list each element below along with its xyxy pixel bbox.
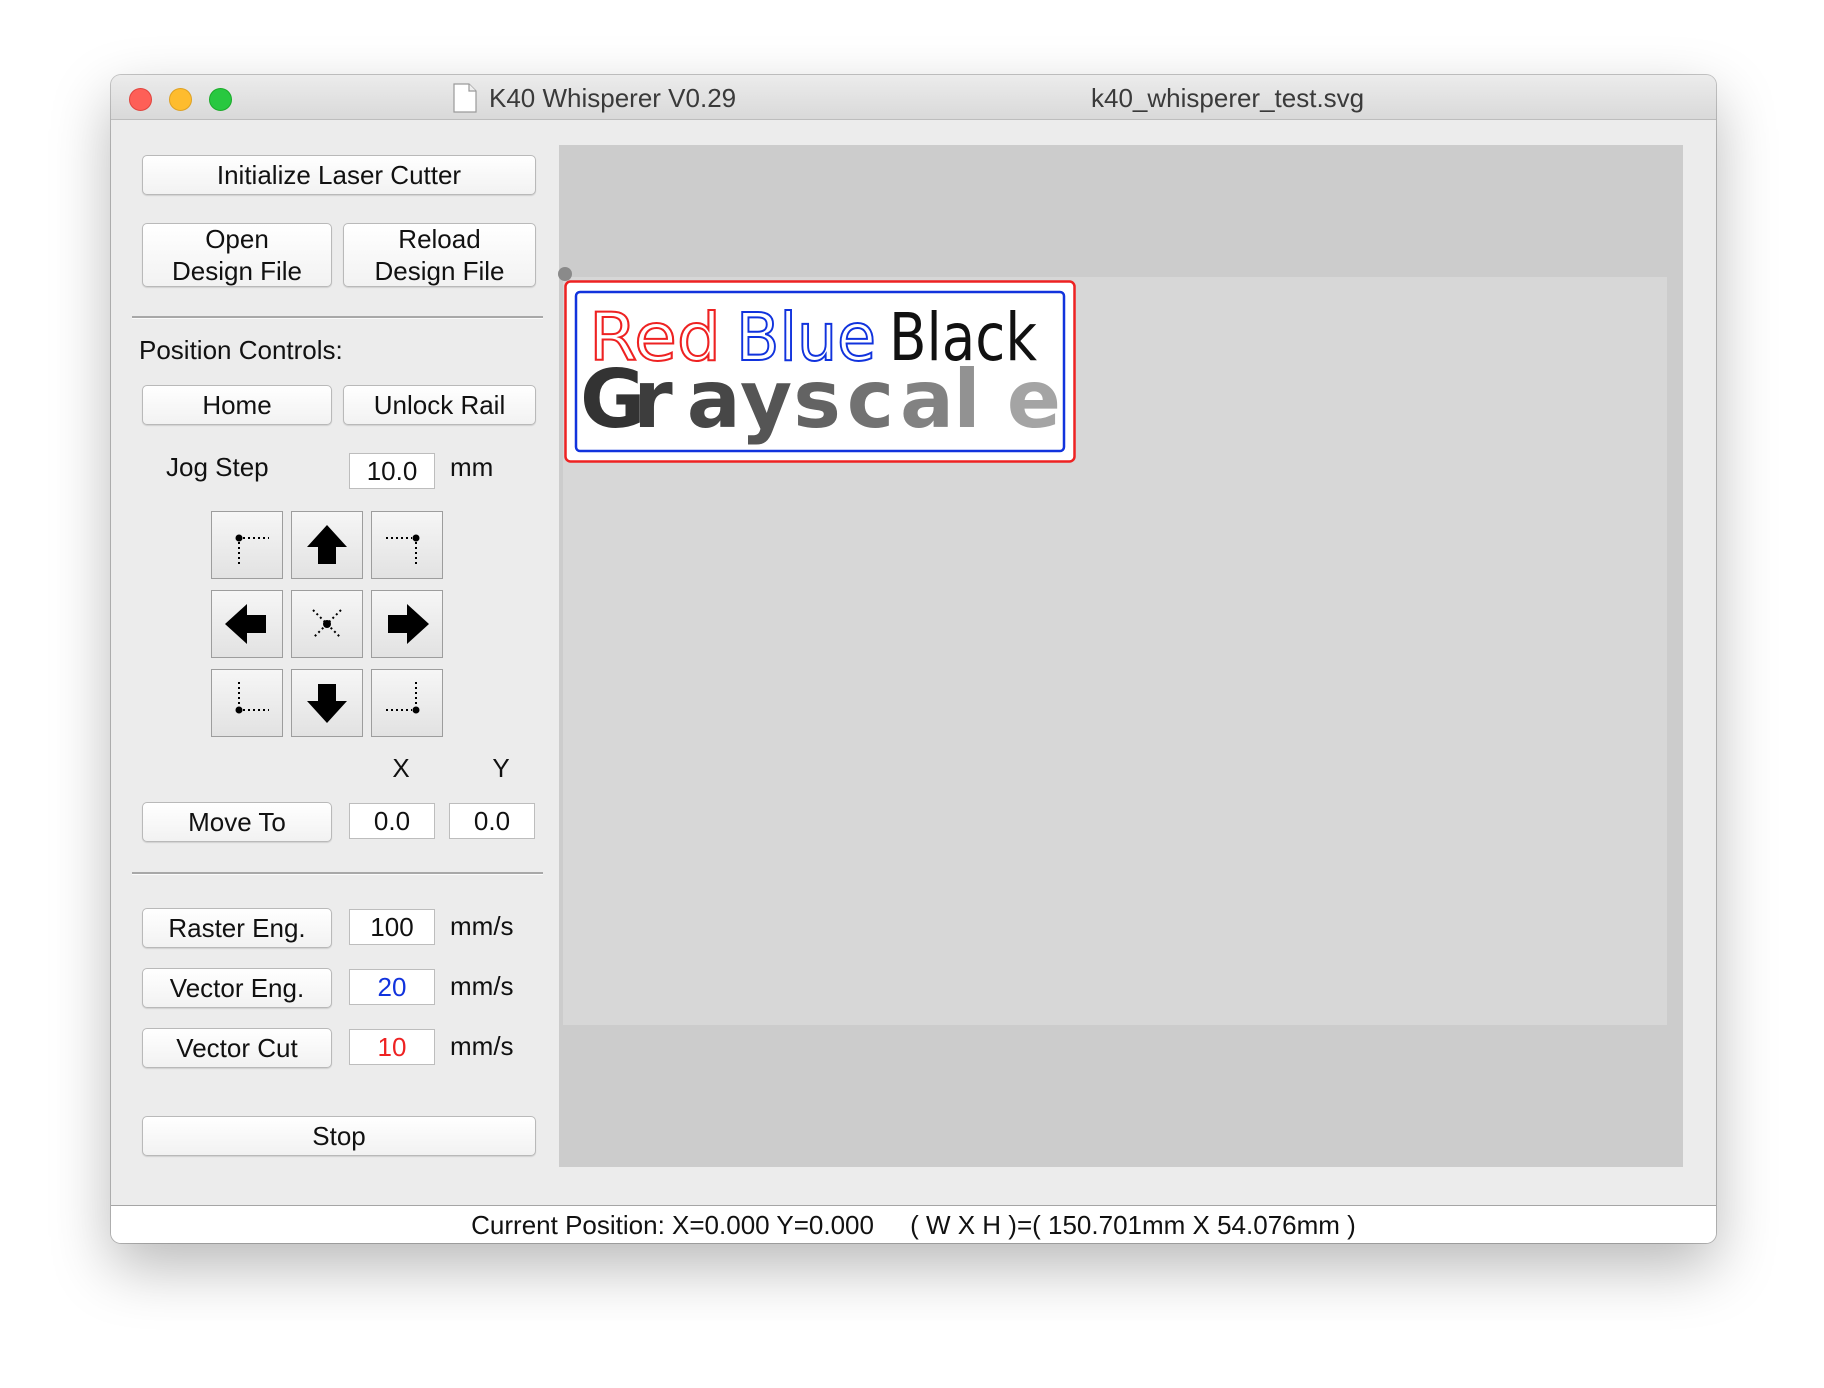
move-bottom-right-icon [386, 682, 420, 714]
y-column-header: Y [492, 753, 510, 783]
close-window-button[interactable] [129, 88, 152, 111]
vector-engrave-button[interactable]: Vector Eng. [142, 968, 332, 1008]
jog-up-button[interactable] [291, 511, 363, 579]
open-button-label-1: Open [205, 224, 269, 254]
stop-button[interactable]: Stop [142, 1116, 536, 1156]
raster-engrave-button[interactable]: Raster Eng. [142, 908, 332, 948]
grayscale-letter: a [687, 353, 741, 446]
jog-top-left-button[interactable] [211, 511, 283, 579]
app-window: K40 Whisperer V0.29 k40_whisperer_test.s… [111, 75, 1716, 1243]
open-design-file-button[interactable]: Open Design File [142, 223, 332, 287]
move-bottom-left-icon [235, 682, 269, 714]
jog-bottom-left-button[interactable] [211, 669, 283, 737]
jog-top-right-button[interactable] [371, 511, 443, 579]
jog-center-button[interactable] [291, 590, 363, 658]
vector-engrave-speed-unit: mm/s [450, 971, 514, 1001]
initialize-laser-button[interactable]: Initialize Laser Cutter [142, 155, 536, 195]
arrow-down-icon [307, 684, 347, 723]
window-title: K40 Whisperer V0.29 [489, 83, 737, 113]
grayscale-letter: y [740, 353, 792, 446]
vector-cut-button[interactable]: Vector Cut [142, 1028, 332, 1068]
position-controls-heading: Position Controls: [139, 335, 343, 365]
arrow-up-icon [307, 525, 347, 564]
vector-cut-speed-input[interactable] [349, 1029, 435, 1065]
status-bar: Current Position: X=0.000 Y=0.000 ( W X … [111, 1205, 1716, 1243]
open-file-name: k40_whisperer_test.svg [1091, 83, 1365, 113]
grayscale-letter: l [953, 353, 980, 446]
move-x-input[interactable] [349, 803, 435, 839]
arrow-left-icon [225, 604, 266, 644]
open-button-label-2: Design File [171, 256, 303, 286]
arrow-right-icon [388, 604, 429, 644]
grayscale-letter: r [633, 353, 673, 446]
grayscale-letter: e [1007, 353, 1061, 446]
separator-bottom [132, 872, 543, 875]
grayscale-letter: c [847, 353, 894, 446]
jog-step-label: Jog Step [166, 452, 269, 482]
unlock-rail-button[interactable]: Unlock Rail [343, 385, 536, 425]
x-column-header: X [392, 753, 410, 783]
reload-button-label-2: Design File [374, 256, 505, 286]
zoom-window-button[interactable] [209, 88, 232, 111]
jog-right-button[interactable] [371, 590, 443, 658]
grayscale-letter: s [793, 353, 841, 446]
jog-step-unit: mm [450, 452, 494, 482]
jog-left-button[interactable] [211, 590, 283, 658]
origin-marker [558, 267, 572, 281]
separator-top [132, 316, 543, 319]
vector-cut-speed-unit: mm/s [450, 1031, 514, 1061]
title-bar: K40 Whisperer V0.29 k40_whisperer_test.s… [111, 75, 1716, 120]
raster-speed-unit: mm/s [450, 911, 514, 941]
status-text: Current Position: X=0.000 Y=0.000 ( W X … [471, 1210, 1356, 1240]
jog-bottom-right-button[interactable] [371, 669, 443, 737]
preview-canvas[interactable]: Red Blue Black Gr ayscal e [558, 145, 1683, 1167]
design-preview: Red Blue Black Gr ayscal e [564, 280, 1076, 463]
grayscale-letter: a [900, 353, 954, 446]
move-y-input[interactable] [449, 803, 535, 839]
vector-engrave-speed-input[interactable] [349, 969, 435, 1005]
reload-button-label-1: Reload [398, 224, 481, 254]
move-top-left-icon [235, 534, 269, 566]
home-button[interactable]: Home [142, 385, 332, 425]
raster-speed-input[interactable] [349, 909, 435, 945]
reload-design-file-button[interactable]: Reload Design File [343, 223, 536, 287]
document-icon [453, 83, 477, 113]
jog-down-button[interactable] [291, 669, 363, 737]
move-top-right-icon [386, 534, 420, 566]
move-center-icon [312, 609, 342, 639]
move-to-button[interactable]: Move To [142, 802, 332, 842]
minimize-window-button[interactable] [169, 88, 192, 111]
jog-step-input[interactable] [349, 453, 435, 489]
